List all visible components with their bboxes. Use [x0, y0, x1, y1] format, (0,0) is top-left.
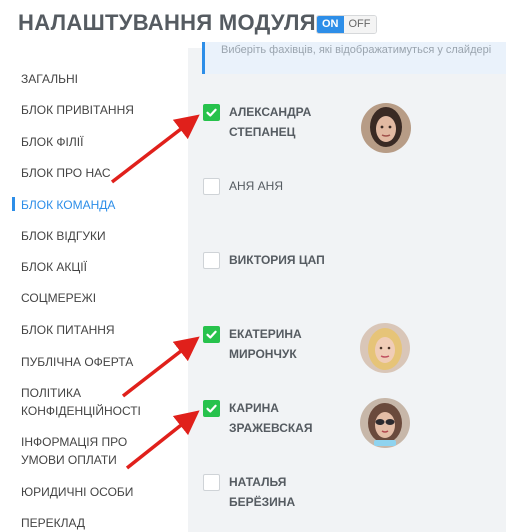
sidebar-item-payment-info[interactable]: ІНФОРМАЦІЯ ПРО УМОВИ ОПЛАТИ [21, 433, 141, 469]
member-checkbox[interactable] [203, 400, 220, 417]
member-checkbox[interactable] [203, 474, 220, 491]
module-toggle[interactable]: ON OFF [316, 15, 377, 34]
sidebar-item-legal[interactable]: ЮРИДИЧНІ ОСОБИ [21, 483, 181, 501]
member-name: АЛЕКСАНДРА СТЕПАНЕЦ [229, 105, 312, 139]
sidebar-item-team[interactable]: БЛОК КОМАНДА [21, 196, 181, 214]
member-name: КАРИНА ЗРАЖЕВСКАЯ [229, 401, 313, 435]
check-icon [206, 108, 217, 117]
check-icon [206, 330, 217, 339]
sidebar-item-promotions[interactable]: БЛОК АКЦІЇ [21, 258, 181, 276]
sidebar-item-faq[interactable]: БЛОК ПИТАННЯ [21, 321, 181, 339]
settings-sidebar: ЗАГАЛЬНІ БЛОК ПРИВІТАННЯ БЛОК ФІЛІЇ БЛОК… [0, 48, 188, 532]
member-name: НАТАЛЬЯ БЕРЁЗИНА [229, 475, 296, 509]
avatar [361, 103, 411, 153]
toggle-off[interactable]: OFF [343, 16, 376, 33]
active-indicator [12, 197, 15, 211]
sidebar-item-branches[interactable]: БЛОК ФІЛІЇ [21, 133, 181, 151]
page-title: НАЛАШТУВАННЯ МОДУЛЯ [18, 10, 316, 35]
sidebar-item-about[interactable]: БЛОК ПРО НАС [21, 164, 181, 182]
sidebar-item-social[interactable]: СОЦМЕРЕЖІ [21, 289, 181, 307]
avatar [360, 323, 410, 373]
member-checkbox[interactable] [203, 178, 220, 195]
member-name: ЕКАТЕРИНА МИРОНЧУК [229, 327, 302, 361]
member-checkbox[interactable] [203, 252, 220, 269]
member-name: АНЯ АНЯ [229, 179, 284, 193]
sidebar-item-welcome[interactable]: БЛОК ПРИВІТАННЯ [21, 101, 181, 119]
sidebar-item-translation[interactable]: ПЕРЕКЛАД [21, 514, 181, 532]
sidebar-item-reviews[interactable]: БЛОК ВІДГУКИ [21, 227, 181, 245]
page-header: НАЛАШТУВАННЯ МОДУЛЯ ON OFF [0, 0, 506, 48]
toggle-on[interactable]: ON [317, 16, 344, 33]
member-checkbox[interactable] [203, 326, 220, 343]
check-icon [206, 404, 217, 413]
member-name: ВИКТОРИЯ ЦАП [229, 253, 325, 267]
sidebar-item-general[interactable]: ЗАГАЛЬНІ [21, 70, 181, 88]
sidebar-item-privacy[interactable]: ПОЛІТИКА КОНФІДЕНЦІЙНОСТІ [21, 384, 151, 420]
avatar [360, 398, 410, 448]
sidebar-item-offer[interactable]: ПУБЛІЧНА ОФЕРТА [21, 353, 181, 371]
member-checkbox[interactable] [203, 104, 220, 121]
info-hint: Виберіть фахівців, які відображатимуться… [202, 42, 506, 74]
